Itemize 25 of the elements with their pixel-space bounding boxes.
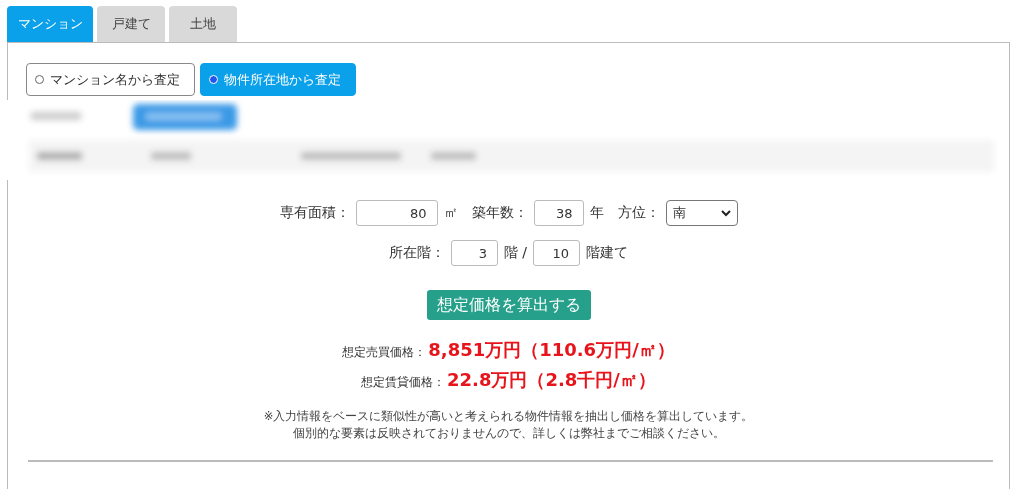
area-label: 専有面積：: [279, 204, 350, 222]
area-unit: ㎡: [443, 204, 458, 222]
age-label: 築年数：: [471, 204, 528, 222]
age-field[interactable]: 38: [533, 200, 584, 226]
result-value: 22.8万円（2.8千円/㎡）: [447, 368, 656, 392]
tab[interactable]: 戸建て: [97, 6, 165, 42]
area-field[interactable]: 80: [355, 200, 438, 226]
chevron-down-icon: [720, 209, 731, 217]
result-value: 8,851万円（110.6万円/㎡）: [428, 338, 675, 362]
direction-select[interactable]: 南: [665, 200, 738, 226]
floors-suffix: 階建て: [586, 244, 629, 262]
age-unit: 年: [589, 204, 604, 222]
result-label: 想定賃貸価格：: [361, 374, 446, 391]
tab[interactable]: 土地: [169, 6, 237, 42]
radio-option[interactable]: マンション名から査定: [26, 63, 195, 96]
radio-icon: [35, 75, 44, 84]
floor-field[interactable]: 3: [450, 240, 498, 266]
radio-icon: [209, 75, 218, 84]
total-floors-field[interactable]: 10: [533, 240, 581, 266]
direction-label: 方位：: [617, 204, 660, 222]
floor-separator: 階 /: [503, 244, 528, 262]
note-text: 個別的な要素は反映されておりませんので、詳しくは弊社までご相談ください。: [291, 425, 726, 442]
floor-label: 所在階：: [388, 244, 445, 262]
result-label: 想定売買価格：: [342, 344, 427, 361]
note-text: ※入力情報をベースに類似性が高いと考えられる物件情報を抽出し価格を算出しています。: [262, 408, 755, 425]
